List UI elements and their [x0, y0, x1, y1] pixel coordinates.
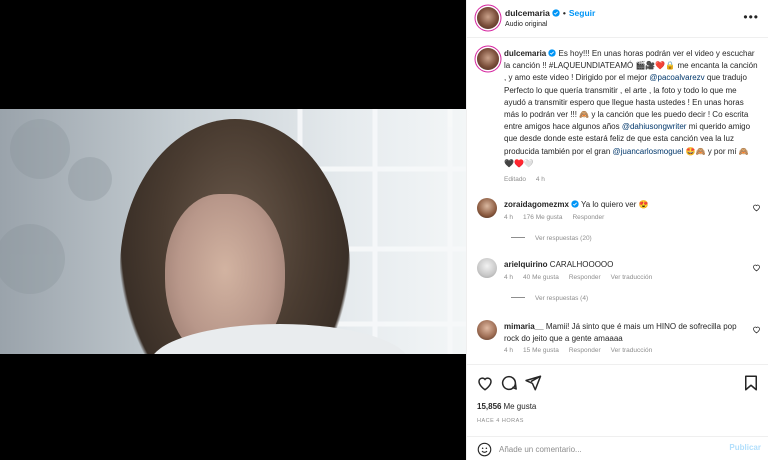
emoji-icon[interactable] [477, 442, 492, 457]
commenter-avatar[interactable] [477, 198, 497, 218]
like-comment-heart-icon[interactable] [752, 325, 761, 334]
like-comment-heart-icon[interactable] [752, 263, 761, 272]
comment-input[interactable] [499, 441, 719, 457]
comment-text: mimaria__ Mamii! Já sinto que é mais um … [504, 321, 744, 344]
caption-text: dulcemaria Es hoy!!! En unas horas podrá… [504, 48, 759, 186]
reply-button[interactable]: Responder [569, 274, 601, 281]
caption-time: 4 h [535, 176, 545, 184]
likes-label: Me gusta [503, 402, 537, 411]
view-replies-label[interactable]: Ver respuestas (20) [535, 235, 592, 242]
comment-meta: 4 h 15 Me gusta Responder Ver traducción [504, 347, 662, 354]
separator: • [562, 8, 566, 18]
post-side-panel: dulcemaria • Seguir Audio original ••• dul… [466, 0, 768, 460]
audio-label[interactable]: Audio original [505, 21, 547, 28]
comment-text: arielquirino CARALHOOOOO [504, 259, 744, 271]
video-player[interactable] [0, 109, 466, 354]
post-time-ago: Hace 4 horas [477, 418, 524, 424]
caption-avatar[interactable] [477, 48, 499, 70]
like-heart-icon[interactable] [476, 374, 494, 392]
author-username[interactable]: dulcemaria [505, 8, 550, 18]
post-actions: 15,856 Me gusta Hace 4 horas [467, 364, 768, 434]
commenter-avatar[interactable] [477, 258, 497, 278]
comment-body: CARALHOOOOO [549, 260, 614, 269]
comment-username[interactable]: mimaria__ [504, 322, 544, 331]
view-replies-button[interactable]: Ver respuestas (4) [511, 295, 588, 302]
comment-meta: 4 h 40 Me gusta Responder Ver traducción [504, 274, 662, 281]
comment-likes[interactable]: 176 Me gusta [523, 214, 562, 221]
verified-badge-icon [548, 49, 556, 57]
caption-meta: Editado 4 h [504, 174, 759, 186]
verified-badge-icon [552, 9, 560, 17]
view-replies-button[interactable]: Ver respuestas (20) [511, 235, 592, 242]
commenter-avatar[interactable] [477, 320, 497, 340]
comment-text: zoraidagomezmx Ya lo quiero ver 😍 [504, 199, 744, 211]
comment-username[interactable]: arielquirino [504, 260, 548, 269]
likes-number: 15,856 [477, 402, 502, 411]
likes-count[interactable]: 15,856 Me gusta [477, 402, 536, 411]
view-replies-label[interactable]: Ver respuestas (4) [535, 295, 588, 302]
author-avatar[interactable] [477, 7, 499, 29]
comment-bubble-icon[interactable] [500, 374, 518, 392]
replies-line [511, 237, 525, 238]
comment-time: 4 h [504, 347, 514, 354]
mention-link[interactable]: @juancarlosmoguel [613, 147, 684, 156]
comment-time: 4 h [504, 274, 514, 281]
comments-section: dulcemaria Es hoy!!! En unas horas podrá… [467, 38, 768, 364]
more-options-icon[interactable]: ••• [743, 10, 759, 24]
replies-line [511, 297, 525, 298]
edited-label: Editado [504, 176, 527, 184]
post-header: dulcemaria • Seguir Audio original ••• [467, 0, 768, 38]
share-send-icon[interactable] [524, 374, 542, 392]
comment-meta: 4 h 176 Me gusta Responder [504, 214, 614, 221]
comment-likes[interactable]: 40 Me gusta [523, 274, 559, 281]
reply-button[interactable]: Responder [572, 214, 604, 221]
media-pane [0, 0, 466, 460]
author-line: dulcemaria • Seguir [505, 8, 595, 18]
translate-button[interactable]: Ver traducción [611, 347, 653, 354]
follow-button[interactable]: Seguir [569, 8, 595, 18]
mention-link[interactable]: @pacoalvarezv [649, 73, 704, 82]
bookmark-icon[interactable] [742, 374, 760, 392]
publish-button[interactable]: Publicar [729, 443, 761, 452]
comment-likes[interactable]: 15 Me gusta [523, 347, 559, 354]
comment-username[interactable]: zoraidagomezmx [504, 200, 569, 209]
comment-time: 4 h [504, 214, 514, 221]
caption-username[interactable]: dulcemaria [504, 49, 546, 58]
like-comment-heart-icon[interactable] [752, 203, 761, 212]
add-comment-bar: Publicar [467, 436, 768, 460]
comment-body: Ya lo quiero ver 😍 [580, 200, 649, 209]
verified-badge-icon [571, 200, 579, 208]
mention-link[interactable]: @dahiusongwriter [622, 122, 687, 131]
reply-button[interactable]: Responder [569, 347, 601, 354]
translate-button[interactable]: Ver traducción [611, 274, 653, 281]
